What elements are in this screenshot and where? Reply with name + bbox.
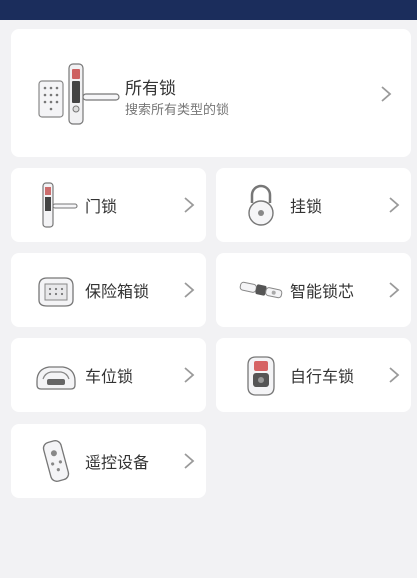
category-safe-lock[interactable]: 保险箱锁: [11, 253, 206, 327]
chevron-right-icon: [183, 366, 195, 384]
category-label: 门锁: [85, 197, 118, 216]
all-locks-title: 所有锁: [125, 79, 176, 99]
chevron-right-icon: [388, 281, 400, 299]
category-door-lock[interactable]: 门锁: [11, 168, 206, 242]
chevron-right-icon: [388, 196, 400, 214]
category-label: 智能锁芯: [290, 282, 355, 301]
category-bike-lock[interactable]: 自行车锁: [216, 338, 411, 412]
all-locks-subtitle: 搜索所有类型的锁: [125, 103, 230, 118]
category-label: 遥控设备: [85, 453, 150, 472]
remote-control-icon: [33, 437, 79, 485]
category-label: 自行车锁: [290, 367, 355, 386]
category-parking-lock[interactable]: 车位锁: [11, 338, 206, 412]
chevron-right-icon: [380, 85, 392, 103]
category-label: 挂锁: [290, 197, 323, 216]
padlock-icon: [238, 181, 284, 229]
chevron-right-icon: [388, 366, 400, 384]
door-lock-icon: [33, 181, 79, 229]
safe-lock-icon: [33, 266, 79, 314]
lock-cylinder-icon: [238, 266, 284, 314]
category-padlock[interactable]: 挂锁: [216, 168, 411, 242]
parking-lock-icon: [33, 351, 79, 399]
bike-lock-icon: [238, 351, 284, 399]
smart-door-lock-icon: [37, 59, 121, 129]
category-label: 保险箱锁: [85, 282, 150, 301]
category-label: 车位锁: [85, 367, 134, 386]
chevron-right-icon: [183, 196, 195, 214]
category-remote-control[interactable]: 遥控设备: [11, 424, 206, 498]
chevron-right-icon: [183, 281, 195, 299]
all-locks-card[interactable]: 所有锁 搜索所有类型的锁: [11, 29, 411, 157]
status-bar: [0, 0, 417, 20]
category-lock-cylinder[interactable]: 智能锁芯: [216, 253, 411, 327]
chevron-right-icon: [183, 452, 195, 470]
